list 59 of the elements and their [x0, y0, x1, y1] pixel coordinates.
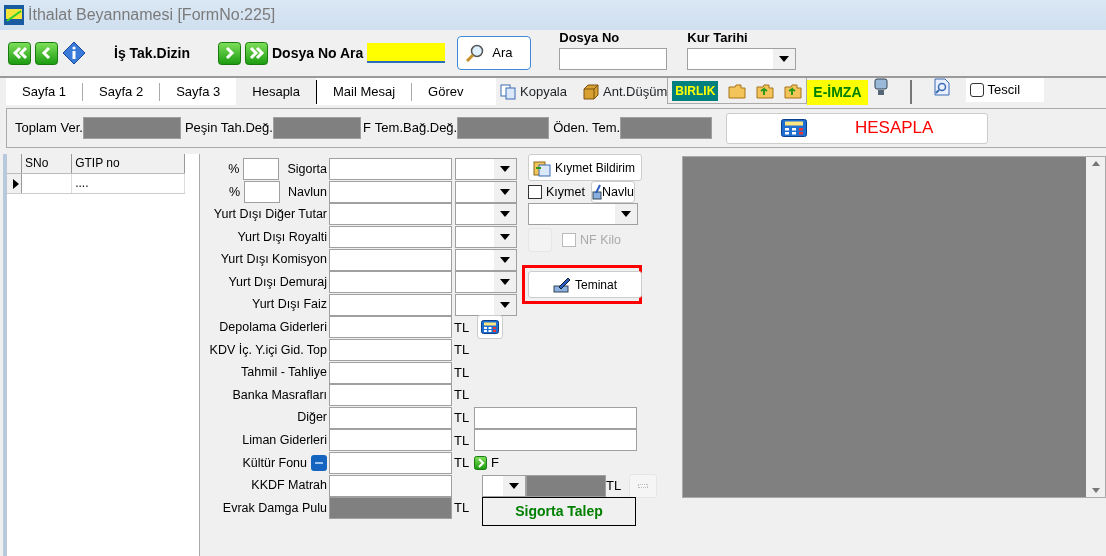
tab[interactable]: Mail Mesaj — [317, 78, 412, 105]
deduction-button[interactable]: Ant.Düşüm — [583, 78, 668, 105]
checkbox-label: Tescil — [987, 81, 1021, 100]
unit-label: TL — [454, 410, 470, 426]
rate-date-label: Kur Tarihi — [687, 29, 749, 48]
tab[interactable]: Sayfa 1 — [6, 78, 83, 105]
field-label: Toplam Ver. — [15, 119, 83, 138]
unit-label: TL — [454, 455, 470, 471]
field-label: Evrak Damga Pulu — [221, 499, 328, 517]
field-label: Liman Giderleri — [241, 432, 328, 450]
checkbox-label: NF Kilo — [580, 231, 621, 249]
search-label: Dosya No Ara — [272, 43, 364, 63]
unit-label: TL — [454, 500, 470, 516]
field-label: Navlun — [288, 183, 327, 201]
field-label: Yurt Dışı Royalti — [236, 228, 328, 246]
unit-label: TL — [454, 319, 470, 335]
field-label: Yurt Dışı Demuraj — [227, 273, 328, 291]
unit-label: TL — [454, 387, 470, 403]
field-label: Diğer — [296, 409, 328, 427]
field-label: Kültür Fonu — [242, 454, 307, 472]
field-label: Banka Masrafları — [231, 386, 328, 404]
unit-label: TL — [454, 342, 470, 358]
side-button[interactable]: Kıymet Bildirim — [528, 154, 642, 181]
e-signature-button[interactable]: E-İMZA — [807, 80, 868, 105]
copy-button[interactable]: Kopyala — [500, 78, 567, 105]
column-header: SNo — [22, 154, 73, 173]
tab[interactable]: Hesapla — [236, 78, 316, 105]
tab[interactable]: Sayfa 3 — [160, 78, 237, 105]
percent-sign: % — [228, 183, 241, 201]
field-label: Tahmil - Tahliye — [240, 364, 328, 382]
field-label: Yurt Dışı Komisyon — [219, 251, 328, 269]
checkbox-label: Kıymet — [546, 183, 585, 201]
index-label: İş Tak.Dizin — [114, 43, 190, 63]
field-label: Sigorta — [287, 160, 327, 178]
tab[interactable]: Görev — [412, 78, 480, 105]
field-label: Yurt Dışı Faiz — [251, 296, 328, 314]
unit-label: TL — [454, 364, 470, 380]
field-label: Depolama Giderleri — [218, 319, 328, 337]
unit-label: TL — [454, 432, 470, 448]
search-button[interactable]: Ara — [457, 36, 532, 70]
table-cell: .... — [72, 174, 185, 193]
percent-sign: % — [228, 160, 240, 178]
field-label: Öden. Tem. — [553, 119, 621, 138]
field-label: Peşin Tah.Değ. — [184, 119, 273, 138]
field-suffix: F — [362, 119, 371, 138]
file-no-label: Dosya No — [559, 29, 621, 48]
freight-button[interactable]: Navlu — [590, 181, 635, 203]
arrow-label: F — [491, 454, 499, 473]
field-label: Yurt Dışı Diğer Tutar — [212, 206, 328, 224]
window-title: İthalat Beyannamesi [FormNo:225] — [28, 5, 276, 25]
tab[interactable]: Sayfa 2 — [83, 78, 160, 105]
calculate-button[interactable]: HESAPLA — [726, 112, 989, 144]
field-label: KKDF Matrah — [250, 477, 328, 495]
column-header: GTIP no — [72, 154, 185, 173]
field-label: Tem.Bağ.Değ. — [374, 119, 458, 138]
field-label: KDV İç. Y.içi Gid. Top — [208, 341, 328, 359]
birlik-button[interactable]: BIRLIK — [672, 80, 719, 101]
side-button[interactable]: Teminat — [528, 271, 642, 298]
unit-label: TL — [606, 476, 622, 495]
